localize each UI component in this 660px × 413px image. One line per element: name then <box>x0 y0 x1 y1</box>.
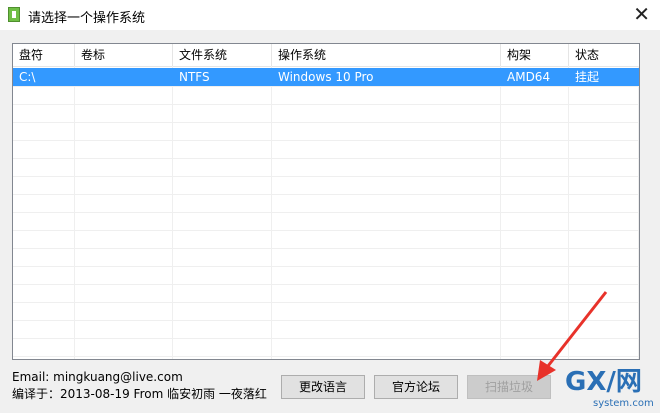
watermark-logo: GX/网 system.com <box>563 362 658 410</box>
watermark-sub-text: system.com <box>593 398 654 409</box>
annotation-arrow-icon <box>537 291 608 381</box>
watermark-main-text: GX/网 <box>565 367 642 397</box>
